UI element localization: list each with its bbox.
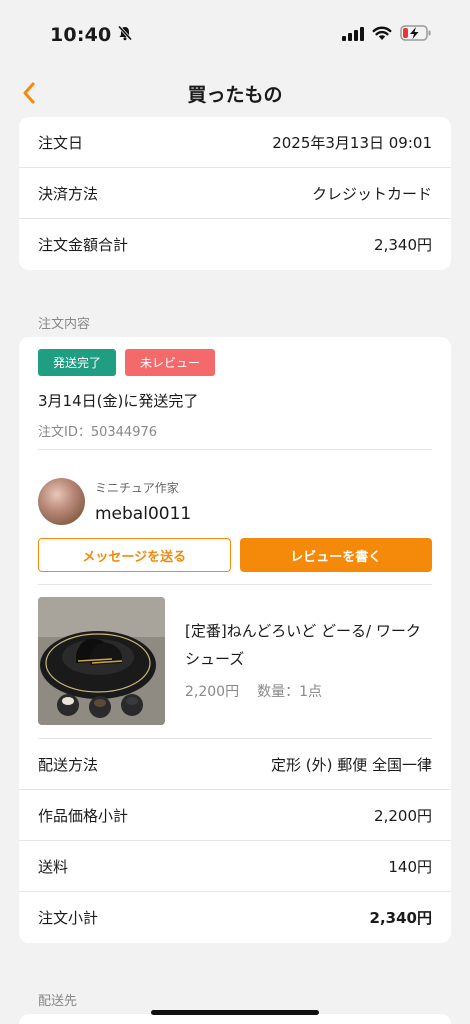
shipping-destination-heading: 配送先 (38, 994, 78, 1009)
wifi-icon (372, 26, 392, 45)
time-group: 10:40 (50, 24, 133, 46)
order-summary-card: 注文日 2025年3月13日 09:01 決済方法 クレジットカード 注文金額合… (19, 117, 451, 270)
product-thumbnail[interactable] (38, 597, 165, 725)
order-contents-heading: 注文内容 (38, 317, 91, 332)
item-subtotal-row: 作品価格小計 2,200円 (19, 790, 451, 841)
order-id: 注文ID：50344976 (38, 425, 158, 440)
order-total-row: 注文金額合計 2,340円 (19, 219, 451, 270)
order-subtotal-value: 2,340円 (369, 909, 432, 927)
shipping-fee-value: 140円 (388, 857, 432, 876)
order-date-row: 注文日 2025年3月13日 09:01 (19, 117, 451, 168)
status-badges: 発送完了 未レビュー (19, 337, 451, 376)
order-date-label: 注文日 (38, 133, 84, 152)
seller-info[interactable]: ミニチュア作家 mebal0011 (19, 450, 451, 538)
action-buttons: メッセージを送る レビューを書く (19, 538, 451, 572)
shipping-status-text: 3月14日(金)に発送完了 (38, 392, 199, 410)
order-subtotal-label: 注文小計 (38, 909, 99, 927)
product-price: 2,200円 (185, 684, 240, 700)
shipping-method-row: 配送方法 定形 (外) 郵便 全国一律 (19, 739, 451, 790)
chevron-left-icon (23, 82, 35, 104)
battery-charging-icon (400, 25, 432, 45)
back-button[interactable] (14, 78, 44, 108)
order-subtotal-row: 注文小計 2,340円 (19, 892, 451, 943)
seller-avatar[interactable] (38, 477, 85, 525)
seller-role: ミニチュア作家 (95, 480, 179, 495)
shipping-fee-row: 送料 140円 (19, 841, 451, 892)
shipping-method-label: 配送方法 (38, 755, 99, 774)
write-review-button[interactable]: レビューを書く (239, 538, 432, 572)
seller-name[interactable]: mebal0011 (95, 504, 191, 524)
payment-method-value: クレジットカード (311, 184, 432, 203)
order-contents-card: 発送完了 未レビュー 3月14日(金)に発送完了 注文ID：50344976 ミ… (19, 337, 451, 943)
unreviewed-badge: 未レビュー (125, 349, 216, 376)
status-icons (342, 25, 432, 45)
send-message-button[interactable]: メッセージを送る (38, 538, 231, 572)
shipping-destination-card (19, 1014, 451, 1024)
status-time: 10:40 (50, 24, 112, 46)
product-title[interactable]: [定番]ねんどろいど どーる/ ワークシューズ (185, 617, 432, 673)
product-meta: 2,200円 数量：1点 (185, 681, 432, 701)
item-subtotal-label: 作品価格小計 (38, 806, 129, 825)
bell-muted-icon (117, 25, 133, 45)
order-total-label: 注文金額合計 (38, 236, 129, 254)
status-bar: 10:40 (0, 0, 470, 70)
product-quantity: 数量：1点 (257, 684, 323, 700)
order-total-value: 2,340円 (374, 236, 432, 254)
page-title: 買ったもの (187, 83, 283, 106)
home-indicator (151, 1010, 319, 1015)
shipping-method-value: 定形 (外) 郵便 全国一律 (270, 755, 432, 774)
shipping-fee-label: 送料 (38, 857, 69, 876)
shipped-badge: 発送完了 (38, 349, 117, 376)
order-date-value: 2025年3月13日 09:01 (272, 133, 432, 152)
payment-method-label: 決済方法 (38, 184, 99, 203)
item-subtotal-value: 2,200円 (374, 806, 432, 825)
product-item[interactable]: [定番]ねんどろいど どーる/ ワークシューズ 2,200円 数量：1点 (19, 585, 451, 738)
payment-method-row: 決済方法 クレジットカード (19, 168, 451, 219)
nav-bar: 買ったもの (0, 70, 470, 116)
signal-icon (342, 26, 364, 45)
